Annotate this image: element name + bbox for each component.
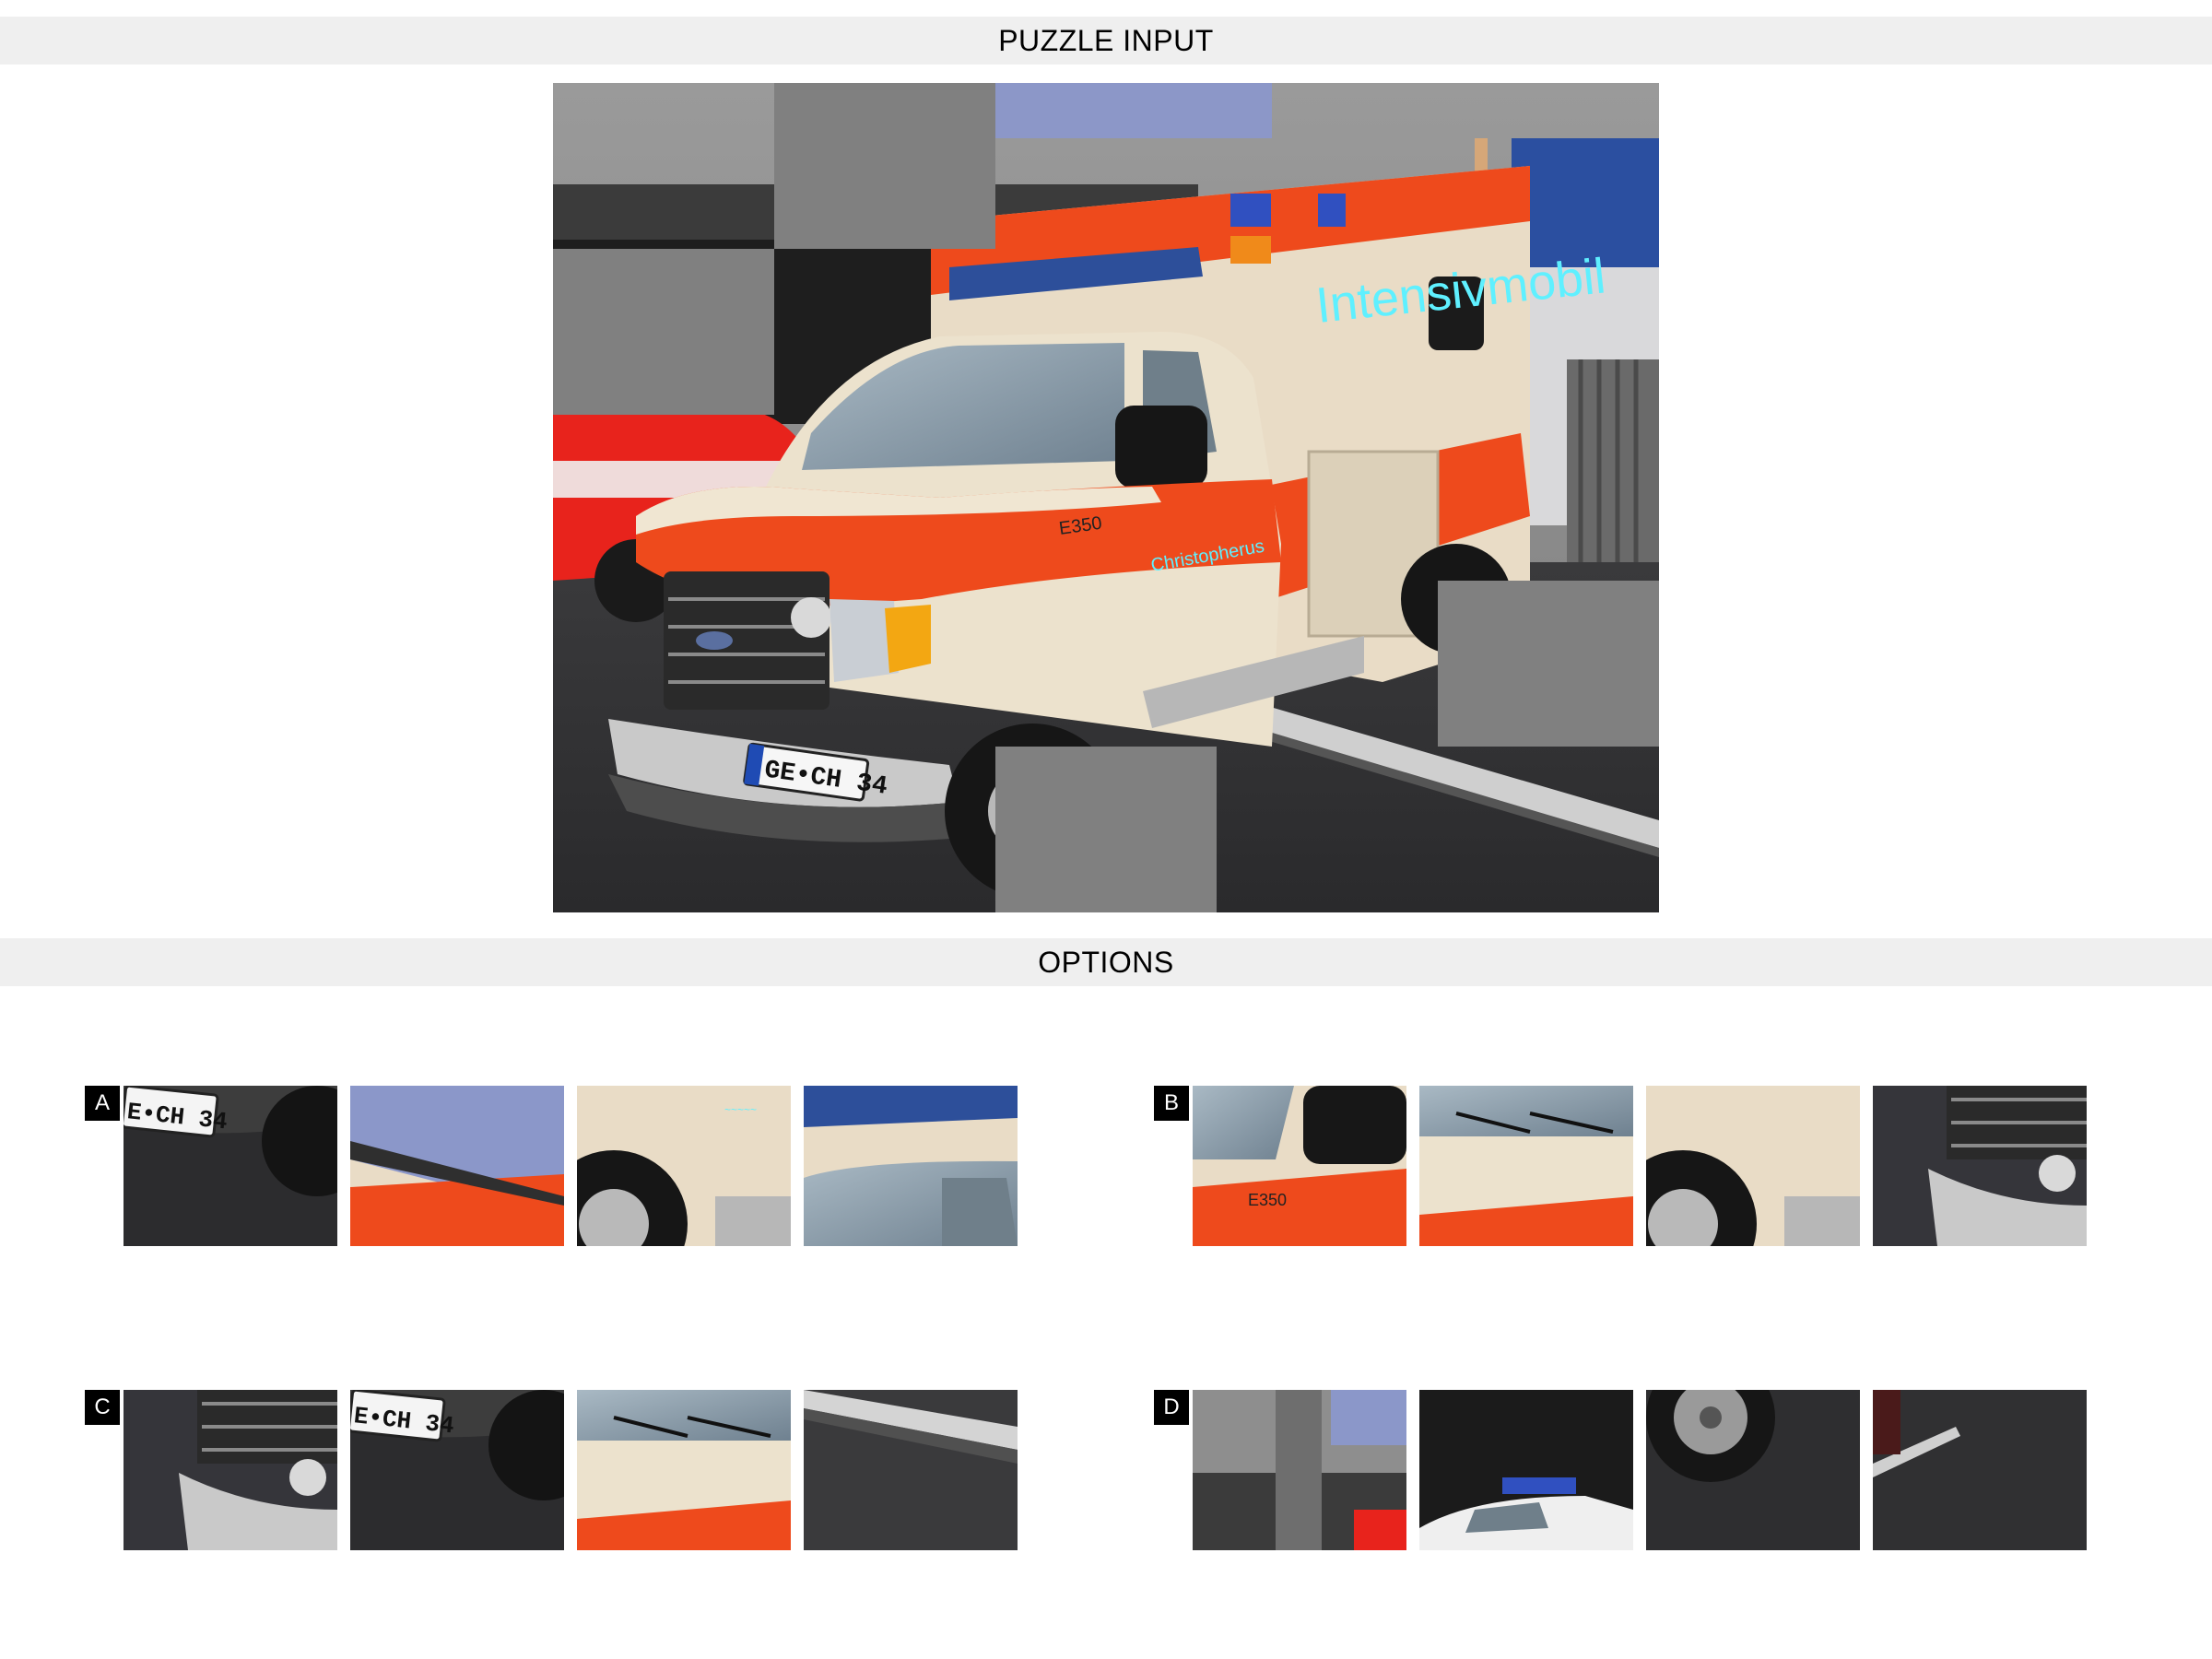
missing-tile-slot[interactable] (774, 83, 995, 249)
option-a[interactable]: A E•CH 34 ~~~~~ (85, 1086, 1021, 1248)
svg-text:E350: E350 (1248, 1191, 1287, 1209)
option-tile-hood (1419, 1086, 1633, 1246)
missing-tile-slot[interactable] (995, 747, 1217, 912)
option-d[interactable]: D (1154, 1390, 2090, 1552)
option-tile-grille (1873, 1086, 2087, 1246)
option-tile-lightbar (804, 1086, 1018, 1246)
option-letter-badge: A (85, 1086, 120, 1121)
option-letter-badge: C (85, 1390, 120, 1425)
puzzle-input-title: PUZZLE INPUT (998, 23, 1214, 57)
option-tile-roof-stripe (350, 1086, 564, 1246)
option-tile-drain (804, 1390, 1018, 1550)
option-letter-badge: D (1154, 1390, 1189, 1425)
option-tile-police-car (1419, 1390, 1633, 1550)
option-b[interactable]: B E350 (1154, 1086, 2090, 1248)
svg-text:~~~~~: ~~~~~ (724, 1103, 757, 1116)
option-letter-badge: B (1154, 1086, 1189, 1121)
option-tile-grille (124, 1390, 337, 1550)
option-c[interactable]: C E•CH 34 (85, 1390, 1021, 1552)
option-tile-asphalt (1873, 1390, 2087, 1550)
missing-tile-slot[interactable] (553, 249, 774, 415)
options-title: OPTIONS (1038, 945, 1174, 979)
option-tile-truck-wheel (1646, 1390, 1860, 1550)
option-tile-plate: E•CH 34 (350, 1390, 564, 1550)
missing-tile-slot[interactable] (1438, 581, 1659, 747)
option-tile-plate: E•CH 34 (124, 1086, 337, 1246)
option-tile-wheel (1646, 1086, 1860, 1246)
option-tile-building (1193, 1390, 1406, 1550)
options-header: OPTIONS (0, 938, 2212, 986)
puzzle-image: Intensivmobil GE•CH 34 E350 Christopheru… (553, 83, 1659, 912)
puzzle-input-header: PUZZLE INPUT (0, 17, 2212, 65)
option-tile-wheel: ~~~~~ (577, 1086, 791, 1246)
option-tile-hood (577, 1390, 791, 1550)
option-tile-mirror: E350 (1193, 1086, 1406, 1246)
